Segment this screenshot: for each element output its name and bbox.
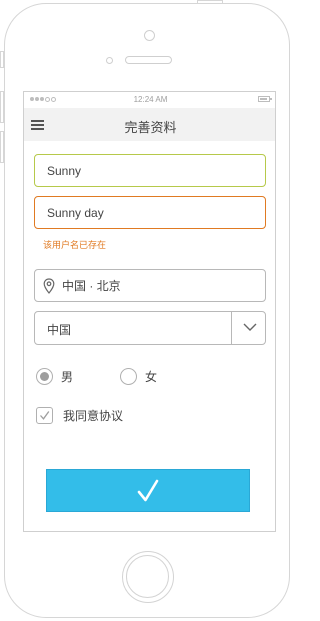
status-time: 12:24 AM bbox=[133, 95, 168, 104]
agreement-checkbox[interactable] bbox=[36, 407, 53, 424]
page-title: 完善资料 bbox=[124, 120, 177, 135]
checkmark-icon bbox=[137, 479, 159, 501]
battery-icon bbox=[258, 96, 272, 102]
earpiece-speaker bbox=[125, 56, 172, 64]
front-camera bbox=[144, 30, 155, 41]
username-input[interactable] bbox=[35, 205, 265, 220]
volume-down-button bbox=[0, 131, 4, 163]
username-field[interactable] bbox=[34, 196, 266, 229]
username-error-message: 该用户名已存在 bbox=[43, 240, 107, 250]
submit-button[interactable] bbox=[46, 469, 250, 512]
mute-switch bbox=[0, 51, 4, 68]
location-field[interactable]: 中国 · 北京 bbox=[34, 269, 266, 302]
location-pin-icon bbox=[43, 278, 55, 294]
gender-female-label: 女 bbox=[145, 370, 158, 384]
power-button bbox=[197, 0, 223, 4]
gender-radio-female[interactable]: 女 bbox=[120, 368, 157, 385]
country-select[interactable]: 中国 bbox=[34, 311, 266, 345]
volume-up-button bbox=[0, 91, 4, 123]
select-divider bbox=[231, 312, 232, 344]
proximity-sensor bbox=[106, 57, 113, 64]
gender-radio-male[interactable]: 男 bbox=[36, 368, 73, 385]
agreement-checkbox-row[interactable]: 我同意协议 bbox=[36, 407, 123, 424]
status-bar: 12:24 AM bbox=[24, 92, 275, 108]
chevron-down-icon[interactable] bbox=[243, 322, 257, 332]
nav-bar: 完善资料 bbox=[24, 108, 275, 141]
agreement-label: 我同意协议 bbox=[63, 409, 124, 423]
radio-button-unchecked[interactable] bbox=[120, 368, 137, 385]
screen: 12:24 AM 完善资料 该用户名已存在 中国 · 北京 中国 男 女 bbox=[23, 91, 276, 532]
nickname-input[interactable] bbox=[35, 163, 265, 178]
check-icon bbox=[40, 411, 50, 420]
home-button[interactable] bbox=[122, 551, 174, 603]
country-select-value: 中国 bbox=[47, 323, 72, 337]
nickname-field[interactable] bbox=[34, 154, 266, 187]
radio-button-checked[interactable] bbox=[36, 368, 53, 385]
gender-male-label: 男 bbox=[61, 370, 74, 384]
